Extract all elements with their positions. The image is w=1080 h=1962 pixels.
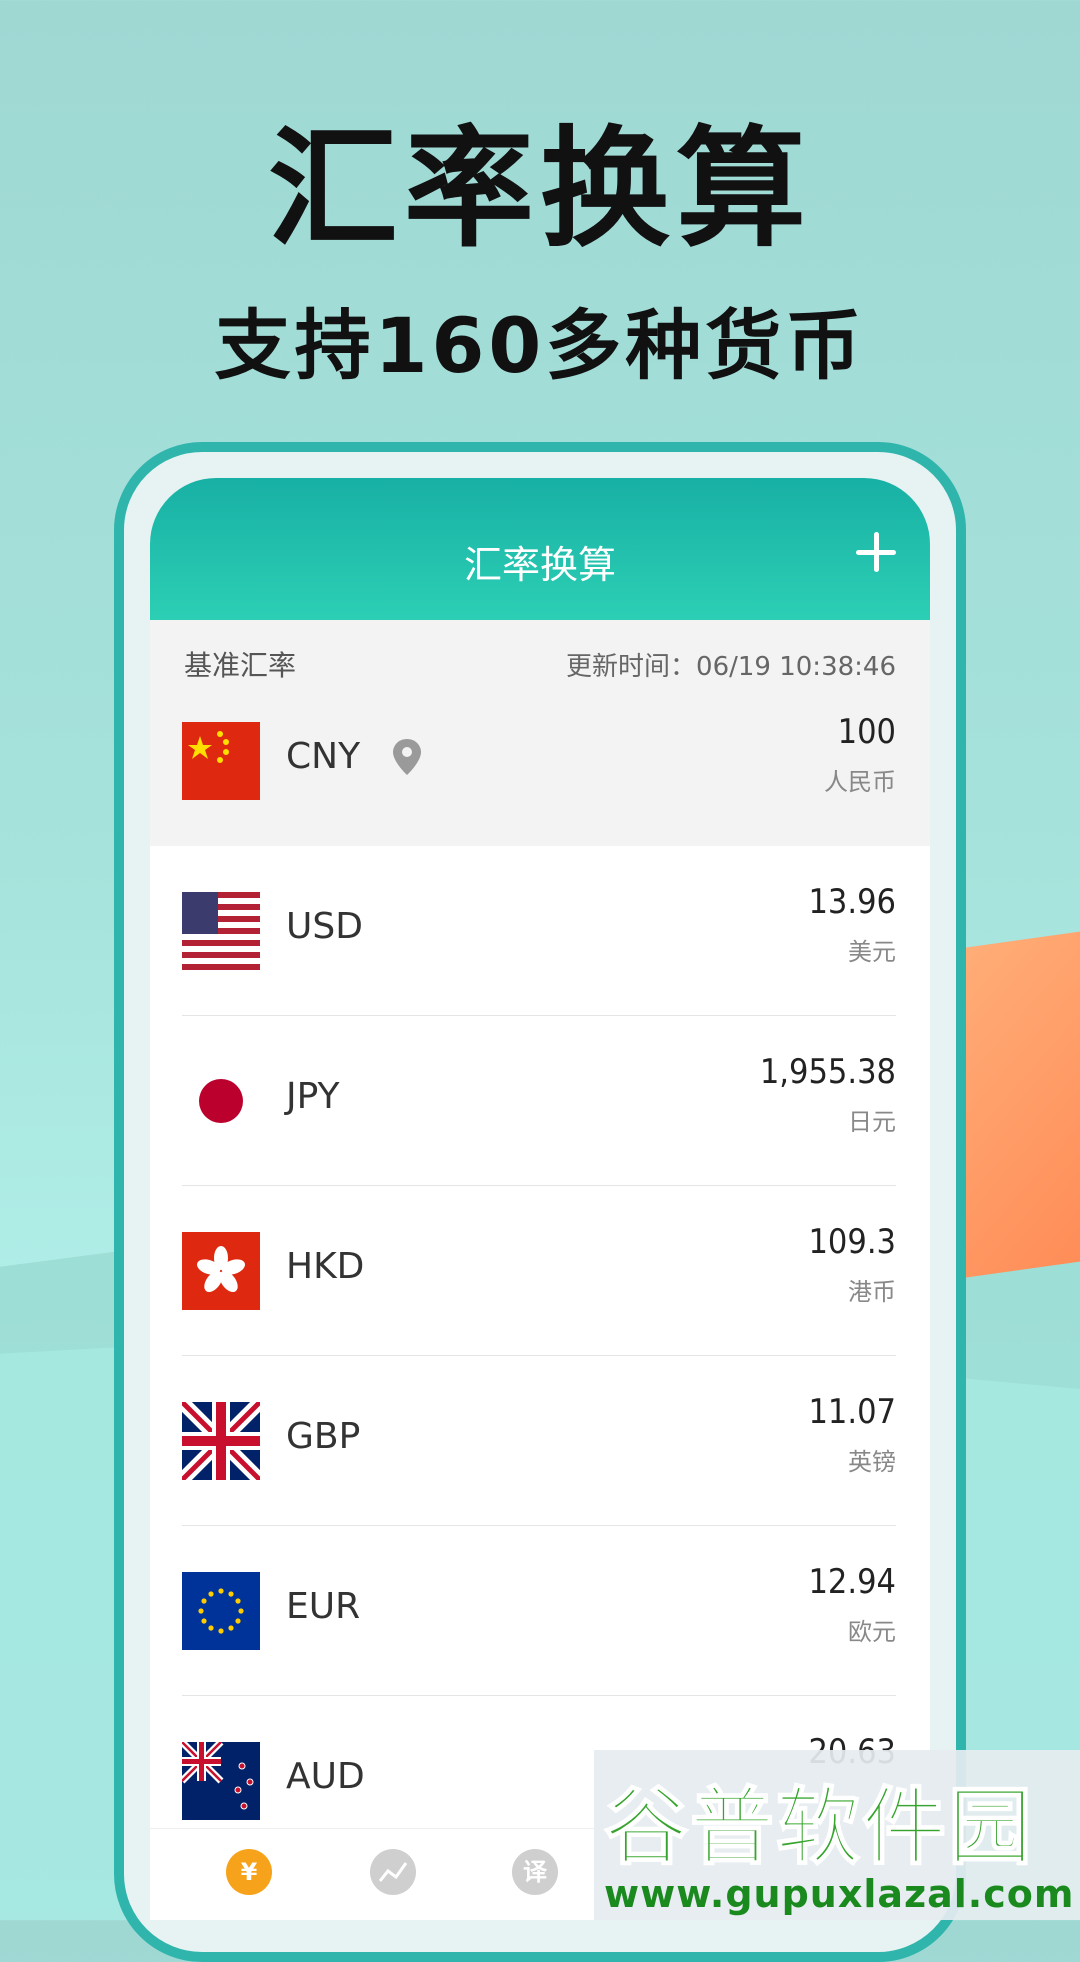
currency-name: 美元: [848, 938, 896, 966]
watermark-url: www.gupuxlazal.com: [604, 1872, 1075, 1916]
currency-value[interactable]: 11.07: [808, 1392, 896, 1432]
japan-flag-icon: [182, 1062, 260, 1140]
currency-value[interactable]: 1,955.38: [760, 1052, 896, 1092]
tab-exchange-icon[interactable]: ¥: [226, 1849, 272, 1895]
australia-flag-icon: [182, 1742, 260, 1820]
eu-flag-icon: [182, 1572, 260, 1650]
china-flag-icon: [182, 722, 260, 800]
currency-name: 英镑: [848, 1448, 896, 1476]
currency-value[interactable]: 100: [838, 712, 896, 752]
tab-translate-icon[interactable]: 译: [512, 1849, 558, 1895]
currency-name: 欧元: [848, 1618, 896, 1646]
promo-title: 汇率换算: [267, 112, 812, 265]
hongkong-flag-icon: [182, 1232, 260, 1310]
promo-subtitle: 支持160多种货币: [214, 301, 866, 390]
currency-code: USD: [286, 906, 363, 947]
currency-row-hkd[interactable]: HKD 109.3 港币: [150, 1186, 930, 1356]
currency-value[interactable]: 12.94: [808, 1562, 896, 1602]
currency-code: AUD: [286, 1756, 365, 1797]
currency-code: GBP: [286, 1416, 361, 1457]
tab-chart-icon[interactable]: [370, 1849, 416, 1895]
currency-code: JPY: [286, 1076, 340, 1117]
currency-row-eur[interactable]: EUR 12.94 欧元: [150, 1526, 930, 1696]
currency-name: 港币: [848, 1278, 896, 1306]
location-pin-icon: [393, 739, 421, 775]
base-currency-row[interactable]: CNY 100 人民币: [150, 676, 930, 846]
currency-code: HKD: [286, 1246, 365, 1287]
currency-code: EUR: [286, 1586, 361, 1627]
currency-value[interactable]: 13.96: [808, 882, 896, 922]
currency-name: 人民币: [824, 768, 896, 796]
usa-flag-icon: [182, 892, 260, 970]
plus-icon[interactable]: [856, 532, 896, 572]
currency-code: CNY: [286, 736, 361, 777]
currency-row-jpy[interactable]: JPY 1,955.38 日元: [150, 1016, 930, 1186]
base-rate-section: 基准汇率 更新时间：06/19 10:38:46 CNY 100 人民币: [150, 620, 930, 846]
watermark: 谷普软件园 www.gupuxlazal.com: [594, 1750, 1080, 1920]
app-bar: 汇率换算: [150, 478, 930, 620]
watermark-logo: 谷普软件园: [603, 1777, 1035, 1877]
currency-row-gbp[interactable]: GBP 11.07 英镑: [150, 1356, 930, 1526]
currency-value[interactable]: 109.3: [808, 1222, 896, 1262]
currency-name: 日元: [848, 1108, 896, 1136]
app-title: 汇率换算: [463, 543, 616, 587]
currency-row-usd[interactable]: USD 13.96 美元: [150, 846, 930, 1016]
uk-flag-icon: [182, 1402, 260, 1480]
app-screen: 汇率换算 基准汇率 更新时间：06/19 10:38:46 CNY 100 人民…: [150, 478, 930, 1920]
